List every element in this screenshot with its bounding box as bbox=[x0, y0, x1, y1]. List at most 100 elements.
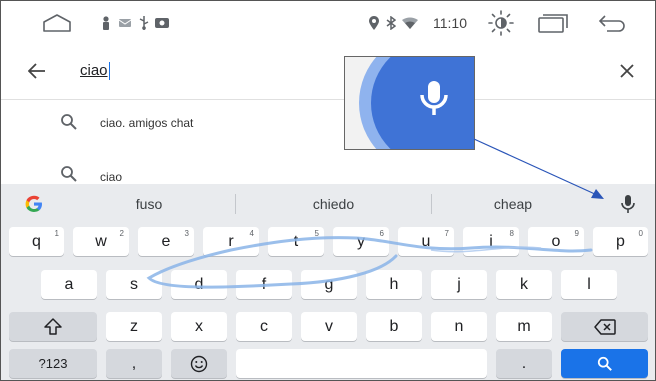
key-label: i bbox=[489, 232, 493, 250]
space-key[interactable] bbox=[236, 349, 487, 378]
key-label: v bbox=[325, 317, 333, 335]
key-y[interactable]: y6 bbox=[333, 227, 389, 256]
key-l[interactable]: l bbox=[561, 270, 617, 299]
key-label: j bbox=[457, 275, 461, 293]
key-a[interactable]: a bbox=[41, 270, 97, 299]
key-u[interactable]: u7 bbox=[398, 227, 454, 256]
key-d[interactable]: d bbox=[171, 270, 227, 299]
close-x-icon[interactable] bbox=[613, 57, 641, 85]
key-label: . bbox=[521, 354, 527, 372]
key-m[interactable]: m bbox=[496, 312, 552, 341]
search-input[interactable]: ciao bbox=[80, 62, 111, 81]
video-icon bbox=[154, 1, 170, 45]
key-hint: 3 bbox=[184, 229, 189, 238]
key-label: d bbox=[194, 275, 204, 293]
key-hint: 2 bbox=[119, 229, 124, 238]
key-label: , bbox=[131, 354, 137, 372]
key-label: z bbox=[130, 317, 138, 335]
key-hint: 4 bbox=[249, 229, 254, 238]
key-label: p bbox=[616, 232, 625, 250]
usb-icon bbox=[137, 1, 151, 45]
key-hint: 0 bbox=[638, 229, 643, 238]
key-label: h bbox=[389, 275, 399, 293]
period-key[interactable]: . bbox=[496, 349, 552, 378]
key-r[interactable]: r4 bbox=[203, 227, 259, 256]
backspace-key[interactable] bbox=[561, 312, 648, 341]
back-arrow-icon[interactable] bbox=[23, 57, 51, 85]
key-label: r bbox=[228, 232, 234, 250]
key-hint: 9 bbox=[574, 229, 579, 238]
location-icon bbox=[367, 1, 381, 45]
suggestion-word[interactable]: cheap bbox=[432, 184, 594, 224]
brightness-icon[interactable] bbox=[484, 1, 518, 45]
key-label: s bbox=[130, 275, 138, 293]
key-o[interactable]: o9 bbox=[528, 227, 584, 256]
key-i[interactable]: i8 bbox=[463, 227, 519, 256]
suggestion-text: ciao bbox=[100, 170, 123, 184]
magnifier-icon bbox=[597, 356, 612, 371]
suggestion-strip: fuso chiedo cheap bbox=[1, 184, 655, 224]
key-hint: 5 bbox=[314, 229, 319, 238]
google-g-icon[interactable] bbox=[19, 184, 49, 224]
key-k[interactable]: k bbox=[496, 270, 552, 299]
magnifier-icon bbox=[60, 165, 80, 185]
symbols-key[interactable]: ?123 bbox=[9, 349, 97, 378]
comma-key[interactable]: , bbox=[106, 349, 162, 378]
nav-back-icon[interactable] bbox=[595, 1, 629, 45]
emoji-key[interactable] bbox=[171, 349, 227, 378]
microphone-icon[interactable] bbox=[613, 184, 643, 224]
home-outline-icon[interactable] bbox=[39, 1, 75, 45]
key-b[interactable]: b bbox=[366, 312, 422, 341]
key-z[interactable]: z bbox=[106, 312, 162, 341]
key-label: o bbox=[551, 232, 561, 250]
key-c[interactable]: c bbox=[236, 312, 292, 341]
key-x[interactable]: x bbox=[171, 312, 227, 341]
key-label: b bbox=[389, 317, 399, 335]
key-j[interactable]: j bbox=[431, 270, 487, 299]
shift-key[interactable] bbox=[9, 312, 97, 341]
wifi-icon bbox=[402, 1, 418, 45]
key-label: m bbox=[517, 317, 531, 335]
person-icon bbox=[99, 1, 113, 45]
screen: 11:10 ciao ciao. amigos chat ciao fuso c… bbox=[0, 0, 656, 381]
key-s[interactable]: s bbox=[106, 270, 162, 299]
key-g[interactable]: g bbox=[301, 270, 357, 299]
key-hint: 1 bbox=[54, 229, 59, 238]
key-label: f bbox=[261, 275, 267, 293]
key-p[interactable]: p0 bbox=[593, 227, 648, 256]
keyboard: fuso chiedo cheap q1 w2 e3 r4 t5 y6 u7 i… bbox=[1, 184, 655, 380]
key-label: t bbox=[293, 232, 299, 250]
smiley-icon bbox=[190, 355, 208, 372]
key-h[interactable]: h bbox=[366, 270, 422, 299]
key-v[interactable]: v bbox=[301, 312, 357, 341]
key-label: u bbox=[421, 232, 431, 250]
key-label: w bbox=[95, 232, 107, 250]
key-label: n bbox=[454, 317, 464, 335]
key-label: a bbox=[64, 275, 74, 293]
search-query-text: ciao bbox=[80, 62, 108, 79]
key-hint: 8 bbox=[509, 229, 514, 238]
key-hint: 7 bbox=[444, 229, 449, 238]
suggestion-item[interactable]: ciao. amigos chat bbox=[1, 104, 655, 144]
key-label: q bbox=[32, 232, 41, 250]
clock: 11:10 bbox=[433, 15, 467, 31]
key-n[interactable]: n bbox=[431, 312, 487, 341]
status-bar: 11:10 bbox=[1, 1, 655, 45]
recent-apps-icon[interactable] bbox=[536, 1, 570, 45]
magnifier-icon bbox=[60, 113, 80, 133]
search-action-key[interactable] bbox=[561, 349, 648, 378]
suggestion-word[interactable]: fuso bbox=[63, 184, 235, 224]
message-icon bbox=[118, 1, 132, 45]
key-w[interactable]: w2 bbox=[73, 227, 129, 256]
suggestion-word[interactable]: chiedo bbox=[236, 184, 431, 224]
key-e[interactable]: e3 bbox=[138, 227, 194, 256]
key-t[interactable]: t5 bbox=[268, 227, 324, 256]
key-q[interactable]: q1 bbox=[9, 227, 64, 256]
shift-arrow-icon bbox=[44, 317, 62, 335]
key-label: l bbox=[587, 275, 591, 293]
text-caret bbox=[108, 62, 111, 81]
backspace-icon bbox=[593, 318, 616, 335]
bluetooth-icon bbox=[384, 1, 398, 45]
key-f[interactable]: f bbox=[236, 270, 292, 299]
key-label: e bbox=[161, 232, 171, 250]
